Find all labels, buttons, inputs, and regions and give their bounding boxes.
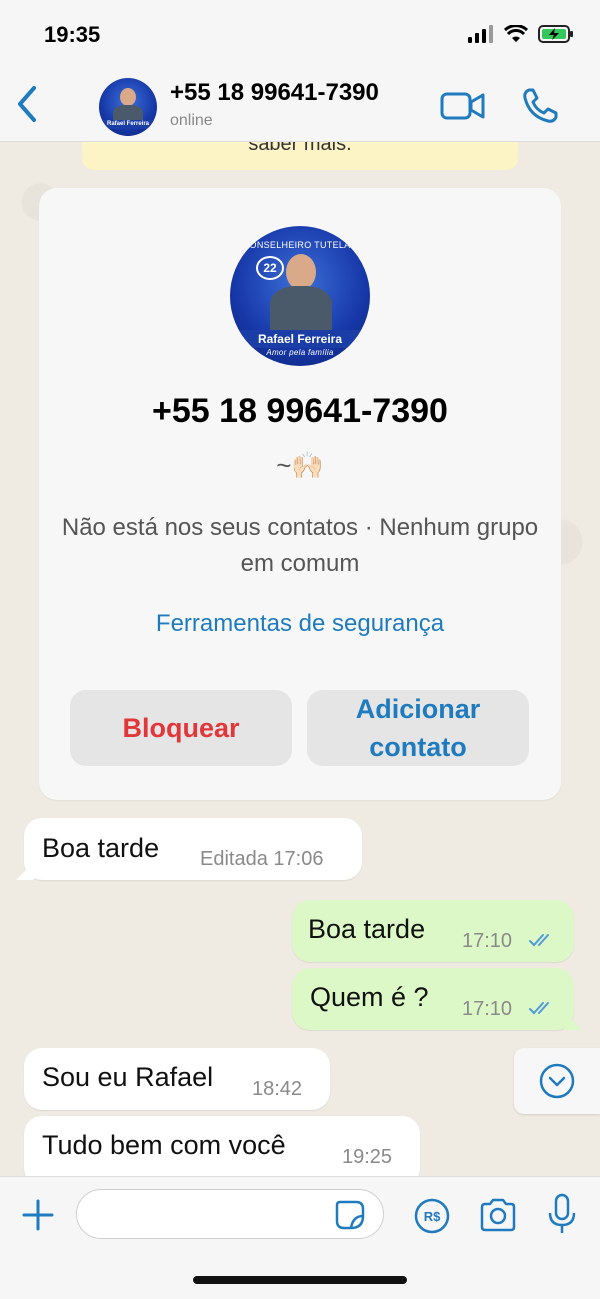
block-button-label: Bloquear — [122, 713, 240, 743]
encryption-notice[interactable]: saber mais. — [82, 142, 518, 170]
avatar-name: Rafael Ferreira — [230, 330, 370, 348]
bubble-tail — [16, 1168, 34, 1176]
input-bar: R$ — [0, 1176, 600, 1299]
message-text: Sou eu Rafael — [42, 1062, 214, 1092]
double-check-icon — [529, 934, 549, 947]
bubble-tail — [16, 862, 34, 880]
avatar-face — [286, 254, 316, 290]
contact-title[interactable]: +55 18 99641-7390 — [170, 79, 379, 107]
chevron-down-circle-icon — [539, 1063, 575, 1099]
signal-icon — [468, 25, 493, 43]
message-text: Boa tarde — [308, 914, 426, 944]
home-indicator[interactable] — [193, 1276, 407, 1284]
message-time: 18:42 — [252, 1078, 303, 1100]
avatar-name-small: Rafael Ferreira — [99, 120, 157, 129]
contact-status: ~🙌🏻 — [276, 450, 324, 480]
camera-icon[interactable] — [478, 1197, 518, 1233]
contact-avatar[interactable]: Rafael Ferreira — [99, 78, 157, 136]
plus-icon[interactable] — [20, 1197, 56, 1233]
avatar-top-text: CONSELHEIRO TUTELAR — [242, 240, 358, 250]
wifi-icon — [504, 25, 528, 42]
message-bubble-incoming[interactable]: Tudo bem com você 19:25 — [16, 1116, 420, 1176]
status-icons — [468, 24, 574, 44]
message-meta: Editada 17:06 — [200, 848, 324, 870]
scroll-to-bottom-button[interactable] — [514, 1048, 600, 1114]
message-bubble-outgoing[interactable]: Boa tarde 17:10 — [292, 900, 574, 962]
safety-tools-link[interactable]: Ferramentas de segurança — [39, 610, 561, 638]
sticker-icon[interactable] — [334, 1199, 366, 1231]
microphone-icon[interactable] — [546, 1193, 578, 1235]
message-bubble-incoming[interactable]: Boa tarde Editada 17:06 — [16, 818, 362, 880]
add-contact-button[interactable]: Adicionar contato — [307, 690, 529, 766]
battery-charging-icon — [538, 25, 573, 43]
message-text: Boa tarde — [42, 833, 160, 863]
contact-card-avatar[interactable]: CONSELHEIRO TUTELAR 22 Rafael Ferreira A… — [230, 226, 370, 366]
contact-info-card: CONSELHEIRO TUTELAR 22 Rafael Ferreira A… — [39, 188, 561, 800]
notice-text: saber mais. — [248, 142, 352, 155]
message-time: 19:25 — [342, 1146, 393, 1168]
svg-text:R$: R$ — [424, 1209, 441, 1224]
status-bar: 19:35 — [0, 0, 600, 70]
phone-icon[interactable] — [520, 86, 560, 126]
chat-header: Rafael Ferreira +55 18 99641-7390 online — [0, 70, 600, 142]
contact-phone: +55 18 99641-7390 — [152, 392, 448, 430]
message-text: Quem é ? — [310, 982, 429, 1012]
status-time: 19:35 — [44, 22, 101, 47]
contact-info: Não está nos seus contatos · Nenhum grup… — [61, 514, 539, 577]
add-contact-label: Adicionar contato — [355, 694, 481, 762]
payment-icon[interactable]: R$ — [413, 1197, 451, 1235]
message-text: Tudo bem com você — [42, 1130, 286, 1160]
avatar-body — [270, 286, 332, 332]
double-check-icon — [529, 1002, 549, 1015]
block-button[interactable]: Bloquear — [70, 690, 292, 766]
message-time: 17:10 — [462, 930, 513, 952]
message-bubble-incoming[interactable]: Sou eu Rafael 18:42 — [24, 1048, 330, 1110]
chat-area[interactable]: saber mais. CONSELHEIRO TUTELAR 22 Rafae… — [0, 142, 600, 1176]
chevron-left-icon[interactable] — [12, 84, 42, 124]
message-bubble-outgoing[interactable]: Quem é ? 17:10 — [292, 968, 582, 1030]
video-call-icon[interactable] — [440, 90, 486, 122]
message-time: 17:10 — [462, 998, 513, 1020]
avatar-badge: 22 — [256, 256, 284, 280]
contact-presence: online — [170, 112, 213, 129]
bubble-tail — [564, 1012, 582, 1030]
avatar-tagline: Amor pela família — [266, 348, 334, 357]
